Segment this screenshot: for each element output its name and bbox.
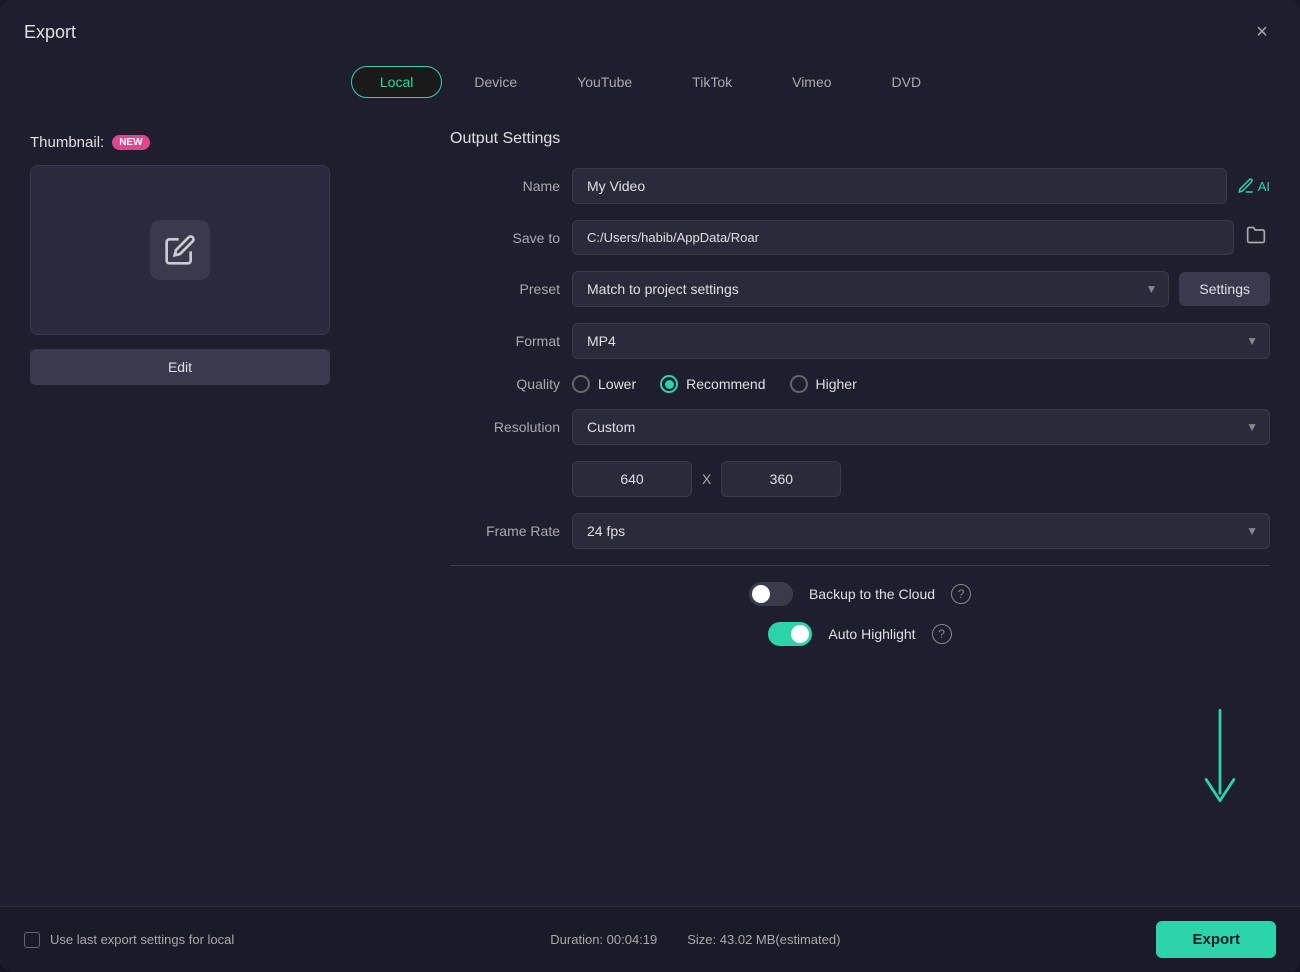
use-last-export-option[interactable]: Use last export settings for local — [24, 932, 234, 948]
tab-local[interactable]: Local — [351, 66, 442, 98]
tab-device[interactable]: Device — [446, 67, 545, 97]
save-to-label: Save to — [450, 230, 560, 246]
resolution-label: Resolution — [450, 419, 560, 435]
quality-recommend-radio[interactable] — [660, 375, 678, 393]
frame-rate-label: Frame Rate — [450, 523, 560, 539]
export-dialog: Export × Local Device YouTube TikTok Vim… — [0, 0, 1300, 972]
close-button[interactable]: × — [1248, 18, 1276, 46]
preset-select-wrapper: Match to project settings ▼ — [572, 271, 1169, 307]
name-field-group: AI — [572, 168, 1270, 204]
format-select[interactable]: MP4 — [572, 323, 1270, 359]
tab-bar: Local Device YouTube TikTok Vimeo DVD — [0, 60, 1300, 114]
footer-info: Duration: 00:04:19 Size: 43.02 MB(estima… — [550, 932, 840, 947]
save-to-row: Save to — [450, 220, 1270, 255]
quality-row: Quality Lower Recommend — [450, 375, 1270, 393]
format-label: Format — [450, 333, 560, 349]
tab-dvd[interactable]: DVD — [864, 67, 950, 97]
auto-highlight-label: Auto Highlight — [828, 626, 915, 642]
auto-highlight-toggle[interactable] — [768, 622, 812, 646]
backup-info-icon[interactable]: ? — [951, 584, 971, 604]
auto-highlight-row: Auto Highlight ? — [450, 622, 1270, 646]
thumbnail-icon — [150, 220, 210, 280]
divider — [450, 565, 1270, 566]
title-bar: Export × — [0, 0, 1300, 60]
resolution-select[interactable]: Custom — [572, 409, 1270, 445]
thumbnail-section: Thumbnail: NEW — [30, 134, 150, 151]
size-info: Size: 43.02 MB(estimated) — [687, 932, 840, 947]
duration-info: Duration: 00:04:19 — [550, 932, 657, 947]
quality-lower-label: Lower — [598, 376, 636, 392]
save-to-input[interactable] — [572, 220, 1234, 255]
resolution-x-separator: X — [702, 471, 711, 487]
backup-toggle-knob — [752, 585, 770, 603]
folder-button[interactable] — [1242, 221, 1270, 254]
right-panel: Output Settings Name AI Save to — [420, 114, 1300, 906]
export-button[interactable]: Export — [1156, 921, 1276, 958]
left-panel: Thumbnail: NEW Edit — [0, 114, 420, 906]
resolution-row: Resolution Custom ▼ — [450, 409, 1270, 445]
edit-button[interactable]: Edit — [30, 349, 330, 385]
frame-rate-select[interactable]: 24 fps — [572, 513, 1270, 549]
ai-button[interactable]: AI — [1237, 177, 1270, 195]
preset-field-group: Match to project settings ▼ Settings — [572, 271, 1270, 307]
quality-higher-radio[interactable] — [790, 375, 808, 393]
tab-vimeo[interactable]: Vimeo — [764, 67, 859, 97]
quality-recommend-option[interactable]: Recommend — [660, 375, 765, 393]
preset-label: Preset — [450, 281, 560, 297]
tab-youtube[interactable]: YouTube — [549, 67, 660, 97]
format-row: Format MP4 ▼ — [450, 323, 1270, 359]
quality-options: Lower Recommend Higher — [572, 375, 1270, 393]
name-input[interactable] — [572, 168, 1227, 204]
thumbnail-text: Thumbnail: — [30, 134, 104, 151]
thumbnail-preview — [30, 165, 330, 335]
dialog-title: Export — [24, 22, 76, 43]
resolution-select-wrapper: Custom ▼ — [572, 409, 1270, 445]
resolution-height-input[interactable] — [721, 461, 841, 497]
tab-tiktok[interactable]: TikTok — [664, 67, 760, 97]
preset-row: Preset Match to project settings ▼ Setti… — [450, 271, 1270, 307]
quality-lower-option[interactable]: Lower — [572, 375, 636, 393]
format-select-wrapper: MP4 ▼ — [572, 323, 1270, 359]
backup-row: Backup to the Cloud ? — [450, 582, 1270, 606]
backup-toggle[interactable] — [749, 582, 793, 606]
new-badge: NEW — [112, 135, 149, 150]
quality-higher-label: Higher — [816, 376, 857, 392]
name-row: Name AI — [450, 168, 1270, 204]
quality-lower-radio[interactable] — [572, 375, 590, 393]
preset-select[interactable]: Match to project settings — [572, 271, 1169, 307]
footer: Use last export settings for local Durat… — [0, 906, 1300, 972]
name-label: Name — [450, 178, 560, 194]
frame-rate-row: Frame Rate 24 fps ▼ — [450, 513, 1270, 549]
save-to-field-group — [572, 220, 1270, 255]
output-settings-title: Output Settings — [450, 130, 1270, 148]
auto-highlight-toggle-knob — [791, 625, 809, 643]
quality-label: Quality — [450, 376, 560, 392]
quality-recommend-dot — [665, 380, 674, 389]
ai-label: AI — [1258, 179, 1270, 194]
auto-highlight-info-icon[interactable]: ? — [932, 624, 952, 644]
quality-recommend-label: Recommend — [686, 376, 765, 392]
use-last-export-checkbox[interactable] — [24, 932, 40, 948]
settings-button[interactable]: Settings — [1179, 272, 1270, 306]
resolution-inputs: X — [572, 461, 1270, 497]
arrow-indicator — [1190, 701, 1250, 826]
use-last-export-label: Use last export settings for local — [50, 932, 234, 947]
frame-rate-select-wrapper: 24 fps ▼ — [572, 513, 1270, 549]
resolution-width-input[interactable] — [572, 461, 692, 497]
main-content: Thumbnail: NEW Edit Output Settings Name — [0, 114, 1300, 906]
backup-label: Backup to the Cloud — [809, 586, 935, 602]
quality-higher-option[interactable]: Higher — [790, 375, 857, 393]
